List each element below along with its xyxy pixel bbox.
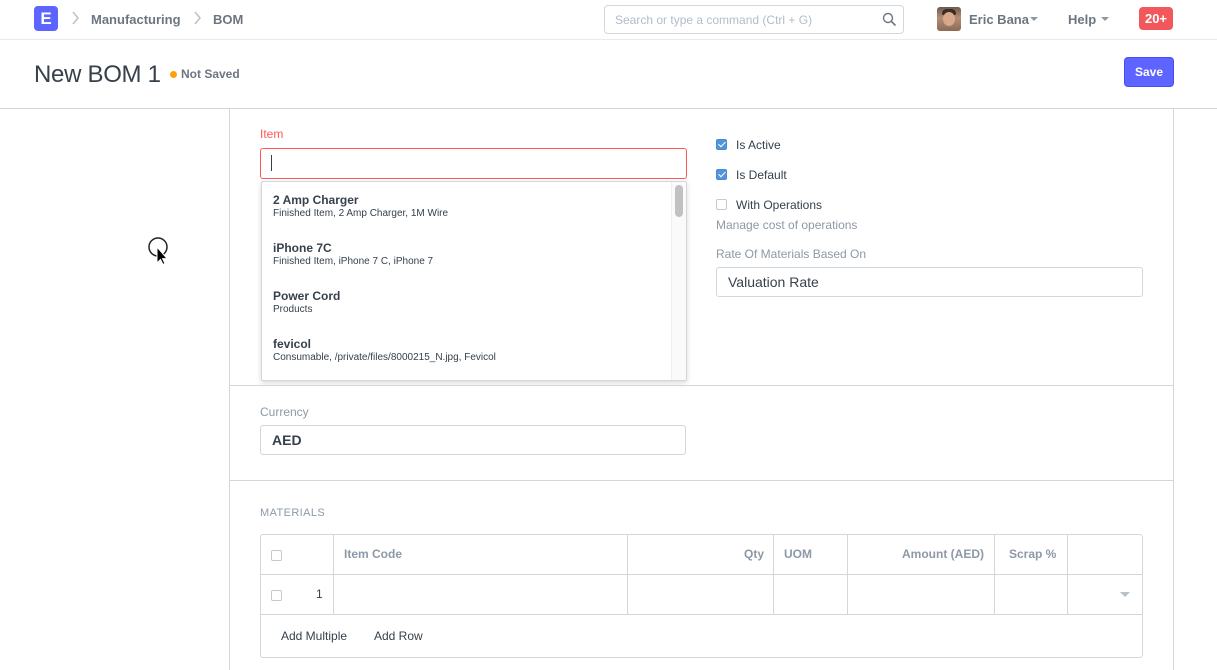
item-label: Item — [260, 127, 284, 141]
section-divider — [230, 480, 1173, 481]
select-all-checkbox[interactable] — [271, 550, 282, 561]
is-active-checkbox[interactable] — [716, 139, 727, 150]
caret-down-icon[interactable] — [1030, 17, 1038, 21]
suggestion-item[interactable]: 2 Amp Charger Finished Item, 2 Amp Charg… — [262, 182, 672, 230]
suggestion-title: Power Cord — [273, 289, 341, 303]
section-divider — [230, 385, 1173, 386]
column-header-amount[interactable]: Amount (AED) — [902, 547, 984, 561]
search-input[interactable] — [605, 6, 865, 33]
suggestion-description: Finished Item, iPhone 7 C, iPhone 7 — [273, 256, 434, 267]
materials-section-title: MATERIALS — [260, 507, 326, 519]
search-icon[interactable] — [882, 12, 897, 27]
column-header-item-code[interactable]: Item Code — [344, 547, 402, 561]
suggestion-item[interactable]: iPhone 7C Finished Item, iPhone 7 C, iPh… — [262, 230, 672, 278]
chevron-right-icon — [72, 11, 79, 25]
avatar[interactable] — [937, 7, 961, 31]
with-operations-label[interactable]: With Operations — [736, 198, 822, 212]
suggestion-description: Finished Item, 2 Amp Charger, 1M Wire — [273, 208, 449, 219]
row-checkbox[interactable] — [271, 590, 282, 601]
help-menu[interactable]: Help — [1068, 12, 1096, 27]
status-badge: Not Saved — [181, 67, 240, 81]
search-bar[interactable] — [604, 5, 904, 34]
caret-down-icon[interactable] — [1101, 17, 1109, 21]
navbar: E Manufacturing BOM Eric Bana Help 20+ — [0, 0, 1217, 40]
suggestion-description: Consumable, /private/files/8000215_N.jpg… — [273, 352, 496, 363]
row-index: 1 — [316, 587, 323, 601]
table-row[interactable]: 1 — [261, 575, 1142, 615]
suggestion-title: fevicol — [273, 337, 312, 351]
chevron-right-icon — [194, 11, 201, 25]
status-indicator-icon — [170, 71, 177, 78]
column-header-uom[interactable]: UOM — [784, 547, 812, 561]
app-logo[interactable]: E — [34, 6, 58, 31]
add-multiple-button[interactable]: Add Multiple — [281, 629, 347, 643]
table-header: Item Code Qty UOM Amount (AED) Scrap % — [261, 535, 1142, 575]
page-head: New BOM 1 Not Saved Save — [0, 41, 1217, 109]
with-operations-checkbox[interactable] — [716, 199, 727, 210]
breadcrumb-manufacturing[interactable]: Manufacturing — [91, 12, 181, 27]
form-layout: Item 2 Amp Charger Finished Item, 2 Amp … — [229, 109, 1174, 670]
is-default-checkbox[interactable] — [716, 169, 727, 180]
page-title: New BOM 1 — [34, 61, 161, 88]
suggestion-title: iPhone 7C — [273, 241, 332, 255]
row-expand-icon[interactable] — [1120, 592, 1130, 597]
suggestion-item[interactable]: fevicol Consumable, /private/files/80002… — [262, 326, 672, 374]
breadcrumb-bom[interactable]: BOM — [213, 12, 243, 27]
text-cursor — [271, 155, 272, 171]
is-default-label[interactable]: Is Default — [736, 168, 787, 182]
column-header-qty[interactable]: Qty — [744, 547, 764, 561]
suggestion-description: Products — [273, 304, 313, 315]
add-row-button[interactable]: Add Row — [374, 629, 423, 643]
currency-input[interactable] — [261, 426, 685, 454]
item-field[interactable] — [260, 148, 687, 179]
notifications-badge[interactable]: 20+ — [1139, 7, 1173, 30]
with-operations-help: Manage cost of operations — [716, 218, 858, 232]
currency-label: Currency — [260, 405, 309, 419]
save-button[interactable]: Save — [1124, 57, 1174, 87]
rate-of-materials-select[interactable] — [716, 267, 1143, 297]
column-header-scrap[interactable]: Scrap % — [1009, 547, 1056, 561]
rate-of-materials-label: Rate Of Materials Based On — [716, 247, 867, 261]
user-menu[interactable]: Eric Bana — [969, 12, 1029, 27]
is-active-label[interactable]: Is Active — [736, 138, 781, 152]
item-suggestions-dropdown: 2 Amp Charger Finished Item, 2 Amp Charg… — [261, 181, 687, 381]
suggestion-item[interactable]: Power Cord Products — [262, 278, 672, 326]
dropdown-scrollbar[interactable] — [671, 182, 686, 380]
currency-field[interactable] — [260, 425, 686, 455]
suggestion-title: 2 Amp Charger — [273, 193, 359, 207]
rate-of-materials-input[interactable] — [717, 268, 1142, 296]
item-input[interactable] — [261, 149, 686, 178]
scrollbar-thumb[interactable] — [675, 185, 683, 217]
mouse-pointer-icon — [148, 237, 169, 265]
